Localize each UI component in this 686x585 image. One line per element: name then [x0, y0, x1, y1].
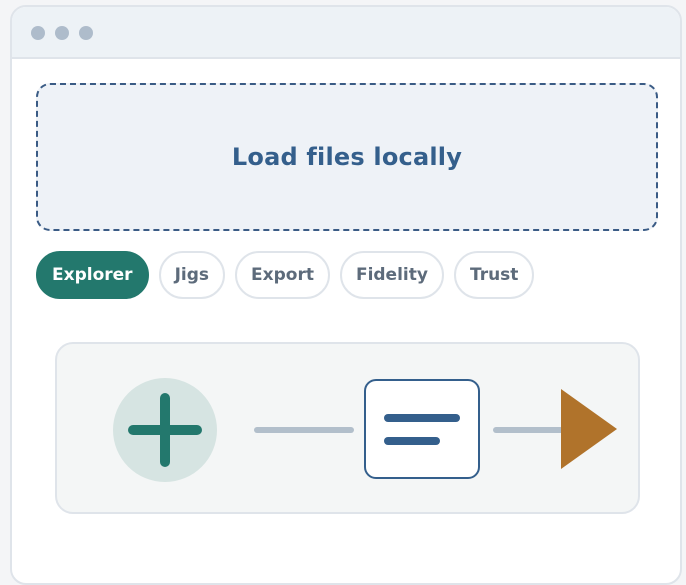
tab-trust[interactable]: Trust	[453, 251, 535, 299]
tab-bar: Explorer Jigs Export Fidelity Trust	[36, 251, 535, 299]
flow-panel	[55, 342, 640, 514]
load-files-dropzone[interactable]: Load files locally	[36, 83, 658, 231]
window-dot-2[interactable]	[55, 26, 69, 40]
tab-export[interactable]: Export	[235, 251, 330, 299]
connector-line	[254, 427, 354, 433]
window-dot-3[interactable]	[79, 26, 93, 40]
window-dot-1[interactable]	[31, 26, 45, 40]
title-bar	[12, 7, 680, 59]
dropzone-label: Load files locally	[231, 143, 463, 171]
tab-jigs[interactable]: Jigs	[158, 251, 226, 299]
tab-fidelity[interactable]: Fidelity	[339, 251, 444, 299]
tab-explorer[interactable]: Explorer	[36, 251, 149, 299]
app-window: Load files locally Explorer Jigs Export …	[10, 5, 682, 585]
document-step[interactable]	[364, 379, 480, 479]
play-arrow-icon[interactable]	[561, 389, 617, 469]
connector-line	[493, 427, 565, 433]
add-step-button[interactable]	[113, 378, 217, 482]
document-lines-icon	[384, 414, 460, 445]
plus-icon	[128, 393, 202, 467]
